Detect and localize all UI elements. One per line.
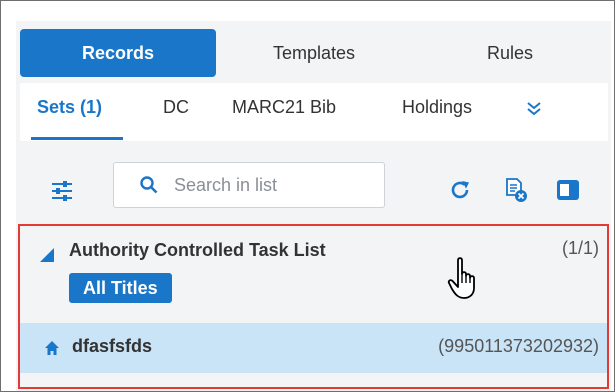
list-item-id: (995011373202932): [438, 336, 599, 356]
subtab-marc21-bib[interactable]: MARC21 Bib: [232, 97, 336, 118]
panel-toggle-icon[interactable]: [556, 179, 580, 201]
list-item[interactable]: dfasfsfds (995011373202932): [20, 323, 607, 373]
subtab-dc[interactable]: DC: [163, 97, 189, 118]
double-chevron-down-icon[interactable]: [524, 99, 544, 119]
all-titles-badge[interactable]: All Titles: [69, 273, 172, 303]
task-list-count: (1/1): [561, 238, 599, 258]
search-input[interactable]: Search in list: [113, 162, 385, 208]
home-icon: [45, 341, 59, 355]
sub-tab-bar: Sets (1) DC MARC21 Bib Holdings: [20, 83, 608, 141]
document-remove-icon[interactable]: [504, 177, 528, 203]
caret-icon[interactable]: [40, 248, 54, 262]
tab-templates[interactable]: Templates: [216, 29, 412, 77]
list-toolbar: Search in list: [16, 141, 611, 221]
active-subtab-indicator: [31, 137, 123, 140]
screenshot-frame: Records Templates Rules Sets (1) DC MARC…: [0, 0, 615, 392]
subtab-sets[interactable]: Sets (1): [37, 97, 102, 118]
task-list-title: Authority Controlled Task List: [69, 240, 326, 260]
refresh-icon[interactable]: [449, 179, 471, 201]
tab-records[interactable]: Records: [20, 29, 216, 77]
list-item-title: dfasfsfds: [72, 336, 153, 356]
sliders-icon[interactable]: [50, 179, 74, 203]
search-placeholder: Search in list: [174, 175, 278, 195]
top-tab-bar: Records Templates Rules: [20, 29, 608, 77]
hand-pointer-icon: [447, 257, 475, 299]
list-footer: [20, 373, 607, 387]
task-list-group-header[interactable]: Authority Controlled Task List (1/1) All…: [20, 226, 607, 321]
subtab-holdings[interactable]: Holdings: [402, 97, 472, 118]
search-icon: [140, 176, 158, 194]
task-list-section: Authority Controlled Task List (1/1) All…: [18, 224, 609, 389]
tab-rules[interactable]: Rules: [412, 29, 608, 77]
